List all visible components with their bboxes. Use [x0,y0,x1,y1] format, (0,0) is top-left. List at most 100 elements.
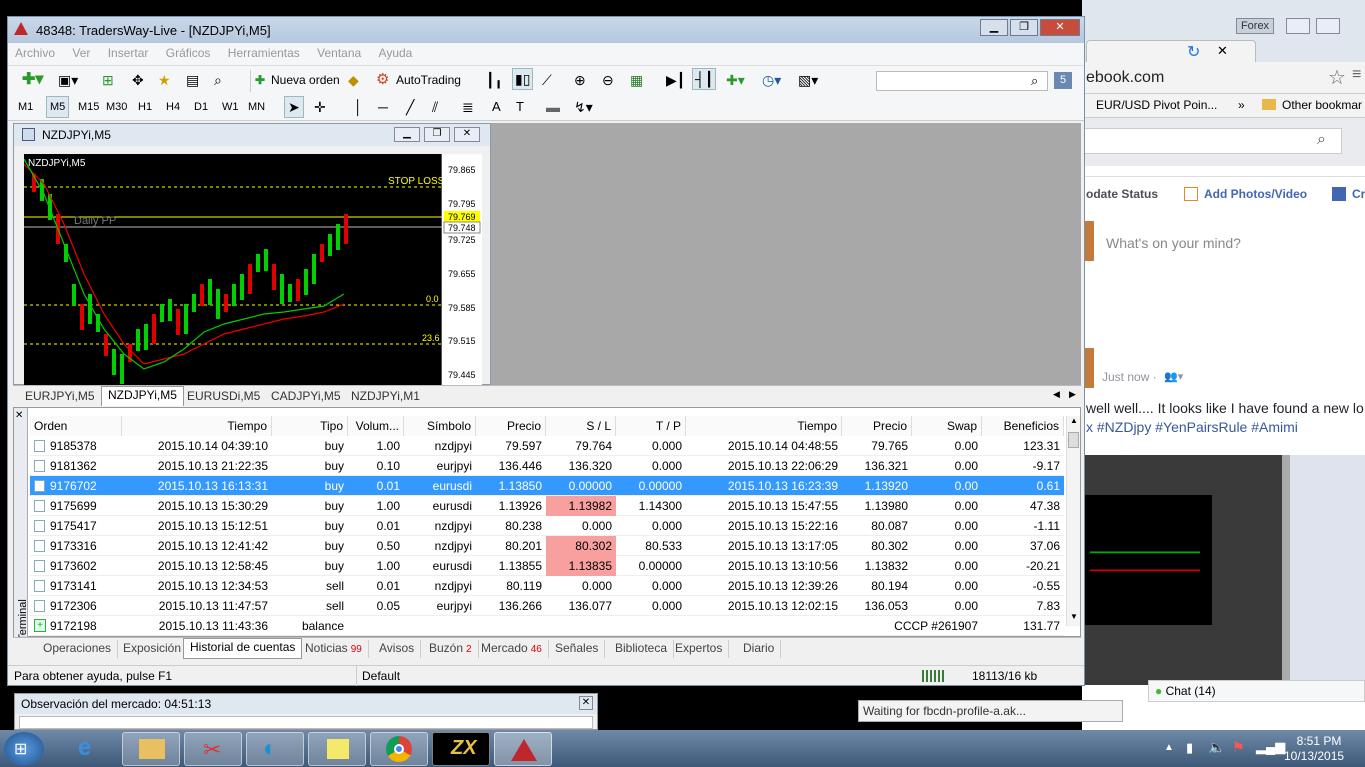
column-header-close-time[interactable]: Tiempo [686,416,842,436]
menu-insertar[interactable]: Insertar [101,43,156,60]
tab-scroll-right-icon[interactable]: ▶ [1069,389,1076,400]
internet-explorer-icon[interactable]: e [62,732,120,766]
price-chart[interactable]: NZDJPYi,M5 STOP LOSS Daily PP 0.0 23.6 7… [23,154,482,386]
create-tab[interactable]: Cr [1352,187,1365,201]
chart-tab[interactable]: CADJPYi,M5 [265,388,347,406]
templates-icon[interactable]: ▧▾ [798,70,818,92]
minimize-button[interactable] [1286,18,1310,34]
add-photos-tab[interactable]: Add Photos/Video [1204,187,1307,201]
column-header-type[interactable]: Tipo [272,416,348,436]
zoom-in-icon[interactable]: ⊕ [574,70,586,92]
active-tab[interactable]: ↻ ✕ [1086,40,1256,62]
column-header-sl[interactable]: S / L [546,416,616,436]
bookmark-star-icon[interactable]: ☆ [1328,65,1346,90]
terminal-tab-10[interactable]: Diario [737,640,782,658]
tf-m15[interactable]: M15 [78,97,99,119]
navigator-icon[interactable]: ✥ [132,70,144,92]
close-tab-icon[interactable]: ✕ [1217,43,1228,59]
menu-ver[interactable]: Ver [65,43,97,60]
terminal-tab-1[interactable]: Exposición [117,640,189,658]
terminal-tab-3[interactable]: Noticias 99 [299,640,369,658]
chart-tab[interactable]: EURJPYi,M5 [19,388,101,406]
autotrading-button[interactable]: ⚙ AutoTrading [374,70,461,92]
network-icon[interactable]: ▂▄▆ [1256,739,1285,755]
meta-editor-icon[interactable]: ◆ [348,70,359,92]
tile-windows-icon[interactable]: ▦ [630,70,643,92]
scroll-up-icon[interactable]: ▲ [1070,416,1078,425]
table-row[interactable]: 9172306 2015.10.13 11:47:57 sell 0.05 eurjpy… [30,596,1064,616]
terminal-tab-5[interactable]: Buzón 2 [423,640,479,658]
periods-icon[interactable]: ◷▾ [762,70,781,92]
tf-mn[interactable]: MN [248,97,265,119]
favorites-icon[interactable]: ★ [158,70,171,92]
close-icon[interactable]: ✕ [15,410,23,421]
text-label-icon[interactable]: T [516,97,524,119]
chart-shift-icon[interactable]: ┤┃ [692,68,717,90]
restore-button[interactable]: ❐ [1010,19,1038,36]
table-row[interactable]: 9173602 2015.10.13 12:58:45 buy 1.00 eurusdi… [30,556,1064,576]
action-center-icon[interactable]: ⚑ [1232,739,1245,756]
cursor-icon[interactable]: ➤ [284,96,304,118]
table-row[interactable]: 9181362 2015.10.13 21:22:35 buy 0.10 eurjpyi… [30,456,1064,476]
column-header-tp[interactable]: T / P [616,416,686,436]
trendline-icon[interactable]: ╱ [406,97,414,119]
candlestick-icon[interactable]: ▮▯ [512,68,534,90]
strategy-tester-icon[interactable]: ⌕ [214,70,222,92]
column-header-order[interactable]: Orden [30,416,122,436]
tf-m1[interactable]: M1 [18,97,33,119]
profiles-icon[interactable]: ▣▾ [58,70,78,92]
terminal-tab-6[interactable]: Mercado 46 [475,640,549,658]
menu-graficos[interactable]: Gráficos [159,43,218,60]
auto-scroll-icon[interactable]: ▶┃ [666,70,685,92]
metatrader-icon[interactable] [494,732,552,766]
close-button[interactable]: ✕ [1040,19,1080,36]
vertical-scrollbar[interactable]: ▲ ▼ [1066,416,1080,626]
tf-h1[interactable]: H1 [138,97,152,119]
balance-row[interactable]: 9172198 2015.10.13 11:43:36 balance CCCP #2… [30,616,1064,636]
chart-tab[interactable]: NZDJPYi,M1 [345,388,426,406]
menu-herramientas[interactable]: Herramientas [221,43,307,60]
chart-close-button[interactable]: ✕ [454,127,480,142]
chat-bar[interactable]: ● Chat (14) [1148,680,1365,702]
post-image[interactable] [1082,455,1365,685]
market-watch-icon[interactable]: ⊞ [102,70,114,92]
bookmark-item[interactable]: EUR/USD Pivot Poin... [1096,98,1217,112]
search-input[interactable]: ⌕ [876,71,1048,91]
indicators-icon[interactable]: ✚▾ [726,70,745,92]
composer-input[interactable]: What's on your mind? [1106,235,1241,251]
column-header-time[interactable]: Tiempo [122,416,272,436]
vertical-line-icon[interactable]: │ [354,97,363,119]
terminal-tab-0[interactable]: Operaciones [37,640,119,658]
column-header-volume[interactable]: Volum... [348,416,404,436]
table-row[interactable]: 9173316 2015.10.13 12:41:42 buy 0.50 nzdjpyi… [30,536,1064,556]
fibonacci-icon[interactable]: ≣ [462,97,474,119]
battery-icon[interactable]: ▮ [1186,740,1193,756]
terminal-tab-7[interactable]: Señales [549,640,606,658]
update-status-tab[interactable]: odate Status [1086,187,1158,201]
new-order-button[interactable]: ✚ Nueva orden [250,70,340,92]
chart-minimize-button[interactable]: ▁ [394,127,420,142]
terminal-tab-2[interactable]: Historial de cuentas [183,638,303,659]
maximize-button[interactable] [1316,18,1340,34]
terminal-tab-4[interactable]: Avisos [373,640,422,658]
address-bar[interactable]: ebook.com ☆ ≡ [1082,62,1365,94]
zoom-out-icon[interactable]: ⊖ [602,70,614,92]
tf-h4[interactable]: H4 [166,97,180,119]
menu-ventana[interactable]: Ventana [310,43,368,60]
tf-m30[interactable]: M30 [106,97,127,119]
tf-d1[interactable]: D1 [194,97,208,119]
tab-scroll-left-icon[interactable]: ◀ [1053,389,1060,400]
menu-ayuda[interactable]: Ayuda [372,43,420,60]
close-icon[interactable]: ✕ [579,696,593,710]
bar-chart-icon[interactable]: ┃╻ [486,70,503,92]
column-header-price[interactable]: Precio [476,416,546,436]
table-row[interactable]: 9185378 2015.10.14 04:39:10 buy 1.00 nzdjpyi… [30,436,1064,456]
minimize-button[interactable]: ▁ [980,19,1008,36]
table-row[interactable]: 9173141 2015.10.13 12:34:53 sell 0.01 nzdjpy… [30,576,1064,596]
scroll-thumb[interactable] [1068,432,1079,448]
column-header-close-price[interactable]: Precio [842,416,912,436]
tf-m5[interactable]: M5 [46,96,70,118]
terminal-tab-8[interactable]: Biblioteca [609,640,675,658]
chart-restore-button[interactable]: ❐ [424,127,450,142]
trading-app-icon[interactable]: ZX [432,732,490,766]
